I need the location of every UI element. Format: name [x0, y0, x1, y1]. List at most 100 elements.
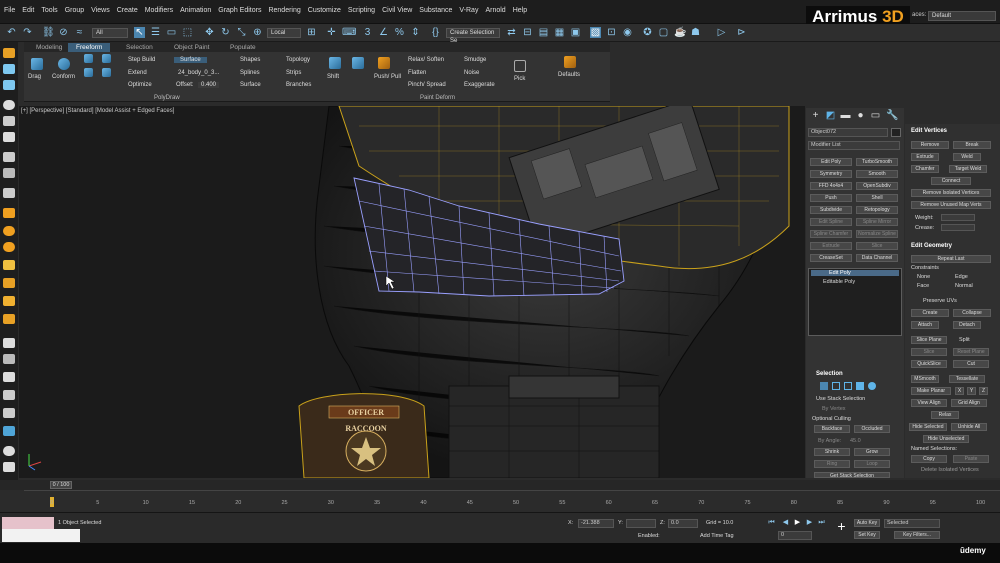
optimize-button[interactable]: Optimize: [128, 82, 152, 88]
polydraw-tool-icon[interactable]: [84, 54, 93, 63]
constraint-none-radio[interactable]: None: [917, 274, 930, 280]
shapes-button[interactable]: Shapes: [240, 57, 260, 63]
redo-icon[interactable]: ↷: [22, 27, 33, 38]
by-vertex-checkbox[interactable]: By Vertex: [822, 406, 846, 412]
angle-snap-icon[interactable]: ∠: [378, 27, 389, 38]
systems-icon[interactable]: [3, 188, 15, 198]
exaggerate-button[interactable]: Exaggerate: [464, 82, 495, 88]
object-name-field[interactable]: Object072: [808, 128, 888, 137]
weld-button[interactable]: Weld: [953, 153, 981, 161]
extrude-button[interactable]: Extrude: [911, 153, 939, 161]
flatten-button[interactable]: Flatten: [408, 70, 426, 76]
x-coord-field[interactable]: -21.388: [578, 519, 614, 528]
render-production-icon[interactable]: ☕: [674, 27, 686, 38]
connect-button[interactable]: Connect: [931, 177, 971, 185]
sphere-small-icon[interactable]: [3, 446, 15, 456]
bind-spacewarp-icon[interactable]: ≈: [74, 27, 85, 38]
modifier-button[interactable]: CreaseSet: [810, 254, 852, 262]
mirror-icon[interactable]: ⇄: [506, 27, 517, 38]
select-manipulate-icon[interactable]: ✛: [326, 27, 337, 38]
menu-item[interactable]: Arnold: [485, 7, 512, 14]
remove-button[interactable]: Remove: [911, 141, 949, 149]
edit-geometry-header[interactable]: Edit Geometry: [911, 243, 952, 249]
modifier-button[interactable]: Slice: [856, 242, 898, 250]
strips-button[interactable]: Strips: [286, 70, 301, 76]
shift-icon[interactable]: [329, 57, 341, 69]
smudge-button[interactable]: Smudge: [464, 57, 486, 63]
hierarchy-panel-icon[interactable]: ▬: [840, 110, 851, 121]
topology-button[interactable]: Topology: [286, 57, 310, 63]
conform-button[interactable]: Conform: [52, 74, 75, 80]
link-icon[interactable]: ⛓: [42, 27, 55, 38]
push-pull-icon[interactable]: [378, 57, 390, 69]
edge-mode-icon[interactable]: [832, 382, 840, 390]
reference-coordinate-dropdown[interactable]: Local: [267, 28, 301, 38]
paste-button[interactable]: Paste: [953, 455, 989, 463]
selection-rollout-header[interactable]: Selection: [816, 371, 843, 377]
auto-key-button[interactable]: Auto Key: [854, 519, 880, 527]
pick-button[interactable]: Pick: [514, 76, 525, 82]
modifier-button[interactable]: TurboSmooth: [856, 158, 898, 166]
planar-x-button[interactable]: X: [955, 387, 964, 395]
move-icon[interactable]: ✥: [204, 27, 215, 38]
half-sphere-icon[interactable]: [3, 226, 15, 236]
set-key-button[interactable]: Set Key: [854, 531, 880, 539]
relax-button[interactable]: Relax: [931, 411, 959, 419]
key-mode-plus-icon[interactable]: +: [836, 519, 847, 533]
offset-field[interactable]: 0.400: [198, 82, 220, 88]
menu-item[interactable]: V-Ray: [459, 7, 485, 14]
create-button[interactable]: Create: [911, 309, 949, 317]
select-by-name-icon[interactable]: ☰: [150, 27, 161, 38]
selected-set-dropdown[interactable]: Selected: [884, 519, 940, 528]
split-checkbox[interactable]: Split: [959, 337, 970, 343]
make-planar-button[interactable]: Make Planar: [911, 387, 951, 395]
tab-object-paint[interactable]: Object Paint: [166, 43, 217, 52]
keyboard-shortcut-icon[interactable]: ⌨: [342, 27, 356, 38]
sphere-icon[interactable]: [3, 100, 15, 110]
key-filters-button[interactable]: Key Filters...: [894, 531, 940, 539]
tab-modeling[interactable]: Modeling: [28, 43, 70, 52]
menu-item[interactable]: Customize: [308, 7, 348, 14]
command-panel-icon[interactable]: [3, 64, 15, 74]
slice-plane-button[interactable]: Slice Plane: [911, 336, 947, 344]
chamfer-button[interactable]: Chamfer: [911, 165, 939, 173]
tab-freeform[interactable]: Freeform: [68, 43, 111, 52]
helper-icon[interactable]: [3, 152, 15, 162]
surface-pick-button[interactable]: Surface: [174, 57, 207, 63]
modifier-button[interactable]: Edit Spline: [810, 218, 852, 226]
by-angle-field[interactable]: 45.0: [850, 438, 861, 444]
detach-button[interactable]: Detach: [953, 321, 981, 329]
y-coord-field[interactable]: [626, 519, 656, 528]
attach-button[interactable]: Attach: [911, 321, 939, 329]
loop-button[interactable]: Loop: [854, 460, 890, 468]
toggle-ribbon-icon[interactable]: ▣: [570, 27, 581, 38]
extend-button[interactable]: Extend: [128, 70, 147, 76]
menu-item[interactable]: Rendering: [268, 7, 307, 14]
schematic-view-icon[interactable]: ⊡: [606, 27, 617, 38]
time-slider[interactable]: 0 / 100: [0, 480, 1000, 490]
rendered-frame-window-icon[interactable]: ▢: [658, 27, 669, 38]
track-bar[interactable]: 0 5 10 15 20 25 30 35 40 45 50 55 60 65 70 75 80 85 90 95 10…: [24, 490, 1000, 512]
grid-align-button[interactable]: Grid Align: [951, 399, 987, 407]
tree-icon[interactable]: [3, 390, 15, 400]
unlink-icon[interactable]: ⊘: [58, 27, 69, 38]
paint-icon[interactable]: [3, 426, 15, 436]
polydraw-tool-icon[interactable]: [102, 68, 111, 77]
shift-button[interactable]: Shift: [327, 74, 339, 80]
surface-button[interactable]: Surface: [240, 82, 261, 88]
planar-y-button[interactable]: Y: [967, 387, 976, 395]
planar-z-button[interactable]: Z: [979, 387, 988, 395]
toggle-layer-explorer-icon[interactable]: ▦: [554, 27, 565, 38]
vertex-mode-icon[interactable]: [820, 382, 828, 390]
sun-icon[interactable]: [3, 278, 15, 288]
modify-panel-icon[interactable]: ◩: [825, 110, 836, 121]
light-icon[interactable]: [3, 132, 15, 142]
modifier-button[interactable]: Data Channel: [856, 254, 898, 262]
tab-selection[interactable]: Selection: [118, 43, 161, 52]
drag-icon[interactable]: [31, 58, 43, 70]
tab-populate[interactable]: Populate: [222, 43, 264, 52]
percent-snap-icon[interactable]: %: [394, 27, 405, 38]
element-mode-icon[interactable]: [868, 382, 876, 390]
create-tab-icon[interactable]: [3, 48, 15, 58]
stack-item-editable-poly[interactable]: Editable Poly: [811, 279, 855, 285]
